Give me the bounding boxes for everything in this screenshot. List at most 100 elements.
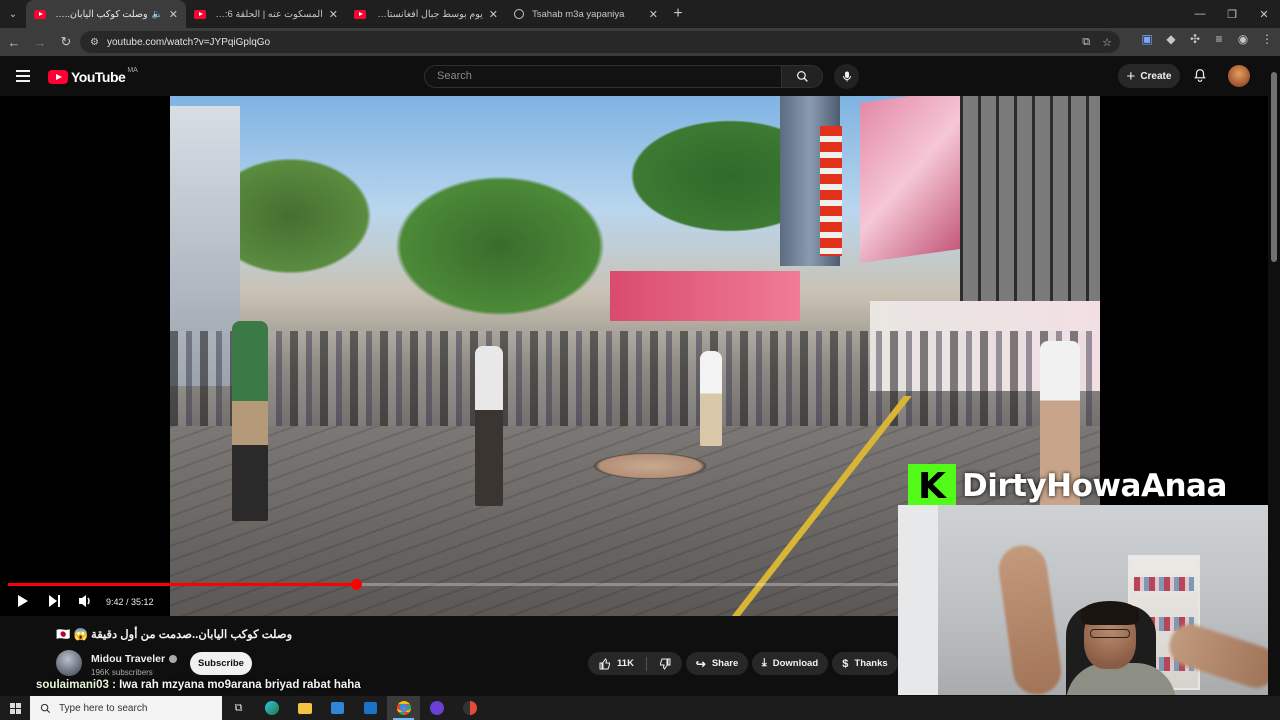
play-icon[interactable] — [17, 594, 29, 608]
progress-played — [8, 583, 356, 586]
reload-icon[interactable]: ↻ — [54, 30, 78, 54]
globe-favicon-icon — [514, 9, 524, 19]
tab-title: المسكوت عنه | الحلقة 6: من أين — [214, 8, 323, 20]
thumbs-up-icon[interactable] — [599, 657, 611, 670]
extensions-puzzle-icon[interactable]: ✣ — [1188, 32, 1202, 46]
url-text: youtube.com/watch?v=JYPqiGplqGo — [106, 36, 271, 48]
create-label: Create — [1140, 70, 1172, 82]
task-view-icon[interactable]: ⧉ — [222, 696, 255, 720]
streamer-watermark: K DirtyHowaAnaa — [908, 464, 1227, 508]
webcam-person-hair — [1081, 601, 1139, 625]
volume-icon[interactable] — [78, 594, 93, 608]
app-icon-purple[interactable] — [420, 696, 453, 720]
translate-icon[interactable]: ▣ — [1140, 32, 1154, 46]
voice-search-button[interactable] — [834, 64, 859, 89]
windows-start-icon[interactable] — [0, 696, 30, 720]
forward-icon[interactable]: → — [28, 30, 52, 54]
thumbs-down-icon[interactable] — [659, 658, 671, 670]
tab-search-icon[interactable]: ⌄ — [0, 0, 26, 28]
search-button[interactable] — [781, 65, 823, 88]
region-code: MA — [127, 66, 138, 74]
tab-2[interactable]: يوم بوسط جبال أفغانستان - YouTube ✕ — [346, 0, 506, 28]
chrome-icon[interactable] — [387, 696, 420, 720]
page-scrollbar[interactable] — [1268, 56, 1280, 696]
outlook-icon[interactable] — [354, 696, 387, 720]
scene-crane — [820, 126, 842, 256]
file-explorer-icon[interactable] — [288, 696, 321, 720]
account-avatar[interactable] — [1228, 65, 1250, 87]
extensions-area: ▣ ◆ ✣ ≡ ◉ ⋮ — [1140, 32, 1274, 46]
scrollbar-thumb[interactable] — [1271, 72, 1277, 262]
bookmark-star-icon[interactable]: ☆ — [1102, 36, 1112, 49]
webcam-arm — [995, 542, 1065, 695]
scene-person — [475, 346, 503, 506]
share-icon: ↪ — [695, 656, 706, 671]
verified-badge-icon — [169, 655, 178, 663]
like-count[interactable]: 11K — [617, 658, 634, 669]
webcam-wall — [898, 505, 938, 695]
streamer-name: DirtyHowaAnaa — [962, 468, 1227, 504]
taskbar-search-input[interactable]: Type here to search — [30, 696, 222, 720]
youtube-header: YouTube MA Search + Create — [0, 56, 1280, 96]
tab-0[interactable]: وصلت كوكب اليابان..صدمت 🔈 ✕ — [26, 0, 186, 28]
webcam-overlay — [898, 505, 1280, 695]
player-controls: 9:42 / 35:12 — [0, 591, 900, 613]
profile-icon[interactable]: ◉ — [1236, 32, 1250, 46]
create-button[interactable]: + Create — [1118, 64, 1180, 88]
address-bar[interactable]: ⚙ youtube.com/watch?v=JYPqiGplqGo ⧉ ☆ — [80, 31, 1120, 53]
channel-name-row[interactable]: Midou Traveler — [91, 653, 178, 665]
app-icon-chrome-alt[interactable] — [453, 696, 486, 720]
search-input[interactable]: Search — [424, 65, 782, 88]
scrubber-handle[interactable] — [350, 579, 362, 590]
minimize-icon[interactable]: — — [1184, 0, 1216, 28]
tab-title: Tsahab m3a yapaniya — [532, 8, 625, 20]
site-info-icon[interactable]: ⚙ — [90, 37, 99, 48]
thanks-label: Thanks — [854, 658, 888, 669]
back-icon[interactable]: ← — [2, 30, 26, 54]
extension-diamond-icon[interactable]: ◆ — [1164, 32, 1178, 46]
kebab-menu-icon[interactable]: ⋮ — [1260, 32, 1274, 46]
close-tab-icon[interactable]: ✕ — [649, 8, 658, 21]
chat-username: soulaimani03 — [36, 679, 109, 691]
close-tab-icon[interactable]: ✕ — [329, 8, 338, 21]
restore-icon[interactable]: ❐ — [1216, 0, 1248, 28]
speaker-icon[interactable]: 🔈 — [152, 9, 163, 20]
store-icon[interactable] — [321, 696, 354, 720]
windows-taskbar: Type here to search ⧉ — [0, 696, 1280, 720]
webcam-glasses — [1090, 629, 1130, 638]
close-window-icon[interactable]: ✕ — [1248, 0, 1280, 28]
close-tab-icon[interactable]: ✕ — [489, 8, 498, 21]
tab-3[interactable]: Tsahab m3a yapaniya ✕ — [506, 0, 666, 28]
share-button[interactable]: ↪ Share — [686, 652, 748, 675]
channel-name[interactable]: Midou Traveler — [91, 653, 165, 665]
close-tab-icon[interactable]: ✕ — [169, 8, 178, 21]
super-thanks-icon: $ — [842, 657, 849, 670]
scene-person — [232, 321, 268, 521]
notifications-bell-icon[interactable] — [1193, 68, 1207, 88]
chat-message: soulaimani03 : Iwa rah mzyana mo9arana b… — [36, 679, 361, 691]
subscriber-count: 196K subscribers — [91, 668, 153, 677]
chat-text: Iwa rah mzyana mo9arana briyad rabat hah… — [119, 679, 361, 691]
hamburger-menu-icon[interactable] — [16, 70, 30, 82]
search-icon — [40, 703, 51, 713]
download-button[interactable]: ⤓ Download — [752, 652, 828, 675]
thanks-button[interactable]: $ Thanks — [832, 652, 898, 675]
edge-icon[interactable] — [255, 696, 288, 720]
youtube-favicon-icon — [354, 9, 366, 19]
youtube-logo[interactable]: YouTube MA — [48, 66, 138, 85]
progress-bar[interactable] — [8, 579, 898, 590]
reading-list-icon[interactable]: ≡ — [1212, 32, 1226, 46]
channel-avatar[interactable] — [56, 650, 82, 676]
scene-billboard — [860, 96, 960, 264]
microphone-icon — [842, 71, 851, 82]
cast-icon[interactable]: ⧉ — [1082, 36, 1090, 49]
plus-icon: + — [1126, 67, 1136, 85]
subscribe-button[interactable]: Subscribe — [190, 652, 252, 675]
scene-person — [700, 351, 722, 446]
youtube-favicon-icon — [194, 9, 206, 19]
next-icon[interactable] — [48, 594, 61, 608]
scene-sign — [610, 271, 800, 321]
tab-1[interactable]: المسكوت عنه | الحلقة 6: من أين ✕ — [186, 0, 346, 28]
new-tab-button[interactable]: + — [666, 0, 690, 28]
browser-toolbar: ← → ↻ ⚙ youtube.com/watch?v=JYPqiGplqGo … — [0, 28, 1280, 56]
